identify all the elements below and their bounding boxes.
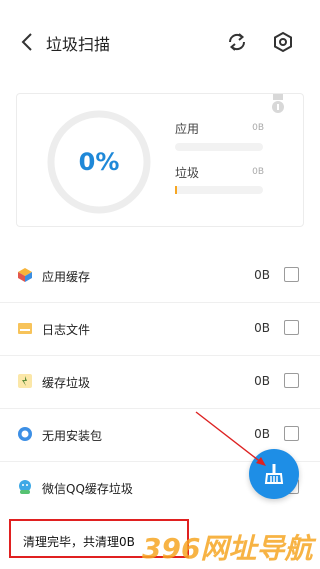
scan-summary-card: 0% 应用 0B 垃圾 0B [16, 93, 304, 227]
junk-progress-fill [175, 186, 177, 194]
item-checkbox[interactable] [284, 267, 299, 282]
clean-fab-button[interactable] [249, 449, 299, 499]
log-file-icon [18, 323, 32, 334]
item-label: 无用安装包 [42, 429, 103, 443]
settings-hexagon-icon[interactable] [272, 31, 294, 53]
back-arrow-icon[interactable] [18, 30, 38, 54]
apps-progress-track [175, 143, 263, 151]
toast-message: 清理完毕，共清理0B [23, 535, 135, 549]
app-cache-icon [18, 268, 32, 282]
item-size: 0B [254, 268, 270, 282]
list-item-cache-junk[interactable]: 缓存垃圾 0B [0, 356, 320, 409]
junk-size: 0B [252, 167, 264, 177]
junk-progress-track [175, 186, 263, 194]
item-size: 0B [254, 427, 270, 441]
item-size: 0B [254, 374, 270, 388]
svg-text:396网址导航: 396网址导航 [142, 532, 316, 565]
rank-badge-icon[interactable] [271, 94, 285, 116]
top-bar: 垃圾扫描 [0, 0, 320, 84]
item-label: 日志文件 [42, 323, 91, 337]
cache-junk-icon [18, 374, 32, 388]
item-size: 0B [254, 321, 270, 335]
apps-size: 0B [252, 123, 264, 133]
item-label: 应用缓存 [42, 270, 91, 284]
broom-clean-icon [264, 464, 284, 484]
list-item-app-cache[interactable]: 应用缓存 0B [0, 250, 320, 303]
item-label: 缓存垃圾 [42, 376, 91, 390]
page-title: 垃圾扫描 [46, 35, 111, 54]
item-label: 微信QQ缓存垃圾 [42, 482, 133, 496]
item-checkbox[interactable] [284, 320, 299, 335]
list-item-log-files[interactable]: 日志文件 0B [0, 303, 320, 356]
wechat-qq-icon [19, 480, 31, 494]
apps-label: 应用 [175, 122, 200, 136]
item-checkbox[interactable] [284, 426, 299, 441]
refresh-icon[interactable] [226, 31, 248, 53]
site-watermark-logo: 396网址导航 [142, 532, 316, 565]
apk-package-icon [18, 427, 32, 441]
scan-percent: 0% [78, 148, 120, 176]
junk-label: 垃圾 [175, 166, 200, 180]
item-checkbox[interactable] [284, 373, 299, 388]
